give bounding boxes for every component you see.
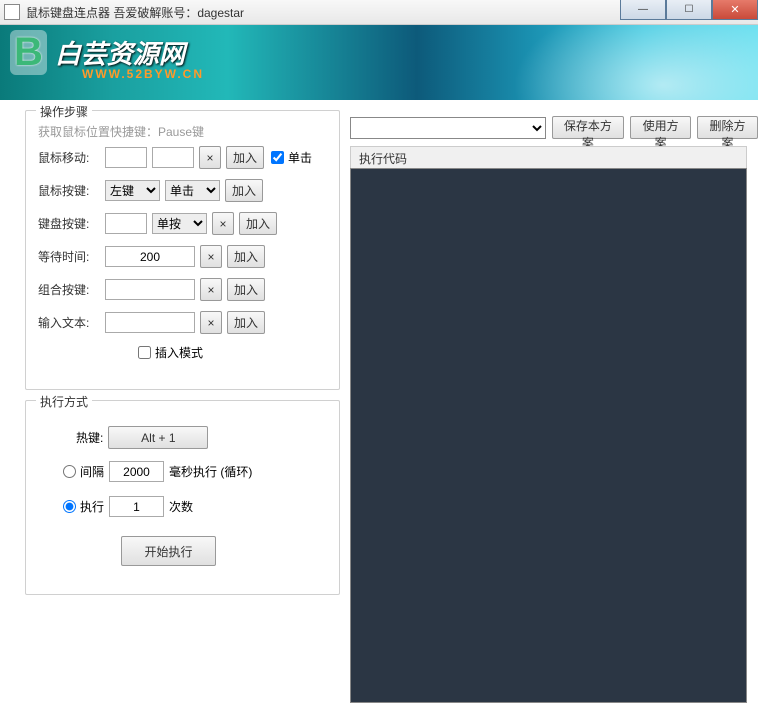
input-text-label: 输入文本:	[38, 314, 100, 331]
minimize-button[interactable]	[620, 0, 666, 20]
exec-groupbox: 执行方式 热键: Alt + 1 间隔 毫秒执行 (循环) 执行 次数 开始执行	[25, 400, 340, 595]
interval-label: 间隔	[80, 463, 104, 480]
keyboard-key-clear[interactable]: ×	[212, 212, 234, 235]
start-button[interactable]: 开始执行	[121, 536, 216, 566]
steps-title: 操作步骤	[36, 103, 92, 120]
times-radio-wrap[interactable]: 执行	[61, 498, 104, 515]
combo-key-add[interactable]: 加入	[227, 278, 265, 301]
code-area[interactable]	[350, 168, 747, 703]
combo-key-input[interactable]	[105, 279, 195, 300]
combo-key-label: 组合按键:	[38, 281, 100, 298]
keyboard-mode-select[interactable]: 单按	[152, 213, 207, 234]
window-title: 鼠标键盘连点器 吾爱破解账号：dagestar	[24, 4, 244, 21]
mouse-action-select[interactable]: 单击	[165, 180, 220, 201]
hotkey-button[interactable]: Alt + 1	[108, 426, 208, 449]
app-icon	[4, 4, 20, 20]
times-label: 执行	[80, 498, 104, 515]
mouse-button-select[interactable]: 左键	[105, 180, 160, 201]
code-panel-title: 执行代码	[350, 146, 747, 168]
use-scheme-button[interactable]: 使用方案	[630, 116, 691, 139]
times-radio[interactable]	[63, 500, 76, 513]
insert-mode-wrap[interactable]: 插入模式	[136, 344, 203, 361]
save-scheme-button[interactable]: 保存本方案	[552, 116, 625, 139]
banner-site-url: WWW.52BYW.CN	[82, 67, 204, 81]
wait-time-add[interactable]: 加入	[227, 245, 265, 268]
mouse-key-label: 鼠标按键:	[38, 182, 100, 199]
mouse-move-add[interactable]: 加入	[226, 146, 264, 169]
exec-title: 执行方式	[36, 393, 92, 410]
banner: B 白芸资源网 WWW.52BYW.CN	[0, 25, 758, 100]
mouse-move-x[interactable]	[105, 147, 147, 168]
input-text-clear[interactable]: ×	[200, 311, 222, 334]
insert-mode-checkbox[interactable]	[138, 346, 151, 359]
wait-time-clear[interactable]: ×	[200, 245, 222, 268]
single-click-label: 单击	[288, 149, 312, 166]
position-hotkey-hint: 获取鼠标位置快捷键：Pause键	[38, 123, 204, 140]
interval-radio[interactable]	[63, 465, 76, 478]
combo-key-clear[interactable]: ×	[200, 278, 222, 301]
maximize-button[interactable]	[666, 0, 712, 20]
interval-suffix: 毫秒执行 (循环)	[169, 463, 252, 480]
keyboard-key-label: 键盘按键:	[38, 215, 100, 232]
keyboard-key-input[interactable]	[105, 213, 147, 234]
mouse-move-y[interactable]	[152, 147, 194, 168]
close-button[interactable]	[712, 0, 758, 20]
scheme-select[interactable]	[350, 117, 546, 139]
hotkey-label: 热键:	[76, 429, 103, 446]
scheme-toolbar: 保存本方案 使用方案 删除方案	[350, 116, 758, 139]
mouse-move-clear[interactable]: ×	[199, 146, 221, 169]
single-click-checkbox-wrap[interactable]: 单击	[269, 149, 312, 166]
title-bar: 鼠标键盘连点器 吾爱破解账号：dagestar	[0, 0, 758, 25]
banner-site-name: 白芸资源网	[55, 34, 185, 71]
input-text-input[interactable]	[105, 312, 195, 333]
insert-mode-label: 插入模式	[155, 344, 203, 361]
input-text-add[interactable]: 加入	[227, 311, 265, 334]
mouse-key-add[interactable]: 加入	[225, 179, 263, 202]
wait-time-input[interactable]	[105, 246, 195, 267]
keyboard-key-add[interactable]: 加入	[239, 212, 277, 235]
times-suffix: 次数	[169, 498, 193, 515]
steps-groupbox: 操作步骤 获取鼠标位置快捷键：Pause键 鼠标移动: × 加入 单击 鼠标按键…	[25, 110, 340, 390]
single-click-checkbox[interactable]	[271, 151, 284, 164]
times-input[interactable]	[109, 496, 164, 517]
delete-scheme-button[interactable]: 删除方案	[697, 116, 758, 139]
mouse-move-label: 鼠标移动:	[38, 149, 100, 166]
logo-icon: B	[10, 30, 47, 75]
wait-time-label: 等待时间:	[38, 248, 100, 265]
interval-radio-wrap[interactable]: 间隔	[61, 463, 104, 480]
interval-input[interactable]	[109, 461, 164, 482]
